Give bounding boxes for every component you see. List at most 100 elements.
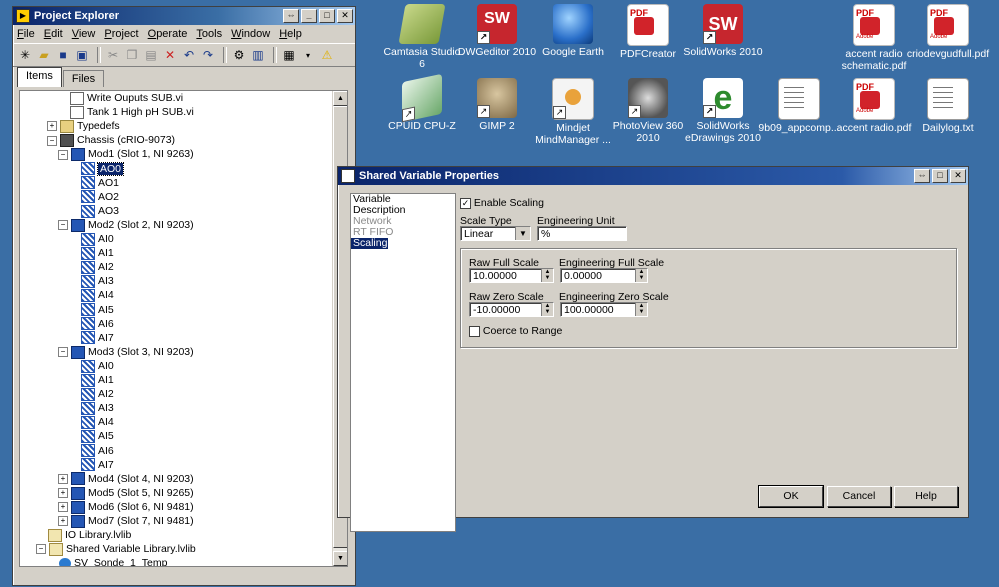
menu-view[interactable]: View	[72, 28, 96, 40]
copy-icon[interactable]: ❐	[124, 47, 140, 63]
paste-icon[interactable]: ▤	[143, 47, 159, 63]
tree-item[interactable]: IO Library.lvlib	[48, 528, 131, 542]
expand-icon[interactable]: +	[58, 516, 68, 527]
tree-item[interactable]: AO2	[81, 190, 119, 204]
menu-file[interactable]: File	[17, 28, 35, 40]
tree-item[interactable]: + Mod6 (Slot 6, NI 9481)	[58, 500, 194, 514]
tree-item[interactable]: − Mod2 (Slot 2, NI 9203)	[58, 218, 194, 232]
collapse-icon[interactable]: −	[47, 135, 57, 146]
desktop-icon-criodevgudfull[interactable]: PDF Adobe criodevgudfull.pdf	[906, 4, 990, 60]
tree-item[interactable]: AO0	[81, 161, 125, 176]
tree-item[interactable]: SV_Sonde_1_Temp	[59, 556, 167, 566]
cancel-button[interactable]: Cancel	[827, 486, 891, 507]
tree-item[interactable]: Write Ouputs SUB.vi	[70, 91, 183, 105]
menu-operate[interactable]: Operate	[148, 28, 188, 40]
desktop-icon-edrawings[interactable]: e ↗ SolidWorks eDrawings 2010	[681, 78, 765, 144]
tree-item[interactable]: + Typedefs	[47, 119, 120, 133]
ok-button[interactable]: OK	[758, 485, 824, 508]
menu-edit[interactable]: Edit	[44, 28, 63, 40]
maximize-icon[interactable]: □	[932, 169, 948, 183]
expand-icon[interactable]: +	[58, 473, 68, 484]
enable-scaling-checkbox[interactable]: ✓	[460, 197, 471, 209]
tree-item[interactable]: − Chassis (cRIO-9073)	[47, 133, 175, 148]
deploy-icon[interactable]: ⚙	[231, 47, 247, 63]
open-folder-icon[interactable]: ▰	[36, 47, 52, 63]
build-icon[interactable]: ▥	[250, 47, 266, 63]
collapse-icon[interactable]: −	[58, 149, 68, 160]
tab-files[interactable]: Files	[62, 70, 105, 87]
tree-item[interactable]: AI3	[81, 401, 114, 415]
tree-item[interactable]: + Mod5 (Slot 5, NI 9265)	[58, 486, 194, 500]
tree-item[interactable]: AI1	[81, 373, 114, 387]
restore-docked-icon[interactable]: ⇔	[283, 9, 299, 23]
tree-item[interactable]: AI2	[81, 387, 114, 401]
chevron-down-icon[interactable]: ▼	[515, 227, 530, 240]
close-icon[interactable]: ✕	[950, 169, 966, 183]
collapse-icon[interactable]: −	[36, 544, 46, 555]
desktop-icon-dailylog[interactable]: Dailylog.txt	[906, 78, 990, 134]
undo-icon[interactable]: ↶	[181, 47, 197, 63]
tree-item[interactable]: AI1	[81, 246, 114, 260]
help-button[interactable]: Help	[894, 486, 958, 507]
desktop-icon-9b09[interactable]: 9b09_appcomp...	[757, 78, 841, 134]
category-scaling[interactable]: Scaling	[351, 238, 388, 249]
coerce-to-range-checkbox[interactable]	[469, 325, 480, 337]
chevron-down-icon[interactable]: ▾	[300, 47, 316, 63]
tree-item[interactable]: AI6	[81, 444, 114, 458]
cut-icon[interactable]: ✂	[105, 47, 121, 63]
desktop-icon-camtasia[interactable]: Camtasia Studio 6	[380, 4, 464, 70]
desktop-icon-accent-radio-schematic[interactable]: PDF Adobe accent radio schematic.pdf	[832, 4, 916, 72]
minimize-icon[interactable]: _	[301, 9, 317, 23]
raw-zero-scale-input[interactable]: -10.00000 ▲ ▼	[469, 302, 554, 317]
collapse-icon[interactable]: −	[58, 220, 68, 231]
spinner-icon[interactable]: ▲ ▼	[541, 303, 553, 316]
tree-item[interactable]: − Mod1 (Slot 1, NI 9263)	[58, 147, 194, 162]
desktop-icon-accent-radio[interactable]: PDF Adobe accent radio.pdf	[832, 78, 916, 134]
save-all-icon[interactable]: ▣	[74, 47, 90, 63]
new-icon[interactable]: ✳	[17, 47, 33, 63]
scroll-up-icon[interactable]: ▲	[333, 91, 347, 106]
desktop-icon-solidworks[interactable]: SW ↗ SolidWorks 2010	[681, 4, 765, 58]
tree-item[interactable]: AI3	[81, 274, 114, 289]
enable-scaling-row[interactable]: ✓ Enable Scaling	[460, 197, 544, 209]
scroll-down-icon[interactable]: ▼	[333, 551, 347, 566]
menu-project[interactable]: Project	[104, 28, 138, 40]
view-options-icon[interactable]: ▦	[281, 47, 297, 63]
tree-item[interactable]: AI5	[81, 429, 114, 444]
delete-icon[interactable]: ✕	[162, 47, 178, 63]
spinner-icon[interactable]: ▲ ▼	[635, 269, 647, 282]
redo-icon[interactable]: ↷	[200, 47, 216, 63]
maximize-icon[interactable]: □	[319, 9, 335, 23]
restore-docked-icon[interactable]: ⇔	[914, 169, 930, 183]
desktop-icon-mindjet[interactable]: ↗ Mindjet MindManager ...	[531, 78, 615, 146]
desktop-icon-cpuz[interactable]: ↗ CPUID CPU-Z	[380, 73, 464, 132]
close-icon[interactable]: ✕	[337, 9, 353, 23]
coerce-row[interactable]: Coerce to Range	[469, 325, 562, 337]
tree-item[interactable]: AO1	[81, 176, 119, 190]
tree-item[interactable]: + Mod4 (Slot 4, NI 9203)	[58, 472, 194, 486]
menu-tools[interactable]: Tools	[196, 28, 222, 40]
spinner-icon[interactable]: ▲ ▼	[635, 303, 647, 316]
desktop-icon-gimp[interactable]: ↗ GIMP 2	[455, 78, 539, 132]
expand-icon[interactable]: +	[58, 502, 68, 513]
tree-item[interactable]: AI5	[81, 303, 114, 317]
desktop-icon-pdfcreator[interactable]: PDF PDFCreator	[606, 4, 690, 60]
menu-help[interactable]: Help	[279, 28, 302, 40]
tree-item[interactable]: AI0	[81, 359, 114, 373]
tree-item[interactable]: AI4	[81, 288, 114, 303]
warning-icon[interactable]: ⚠	[319, 47, 335, 63]
save-icon[interactable]: ■	[55, 47, 71, 63]
tree-item[interactable]: + Mod7 (Slot 7, NI 9481)	[58, 514, 194, 528]
tree-item[interactable]: AI7	[81, 458, 114, 472]
desktop-icon-google-earth[interactable]: Google Earth	[531, 4, 615, 58]
tree-item[interactable]: AI7	[81, 331, 114, 345]
spinner-icon[interactable]: ▲ ▼	[541, 269, 553, 282]
tab-items[interactable]: Items	[17, 67, 62, 87]
tree-item[interactable]: AO3	[81, 204, 119, 218]
tree-item[interactable]: Tank 1 High pH SUB.vi	[70, 105, 194, 119]
raw-full-scale-input[interactable]: 10.00000 ▲ ▼	[469, 268, 554, 283]
scale-type-select[interactable]: Linear ▼	[460, 226, 531, 241]
tree-item[interactable]: − Shared Variable Library.lvlib	[36, 542, 196, 556]
engineering-full-scale-input[interactable]: 0.00000 ▲ ▼	[560, 268, 648, 283]
expand-icon[interactable]: +	[58, 488, 68, 499]
